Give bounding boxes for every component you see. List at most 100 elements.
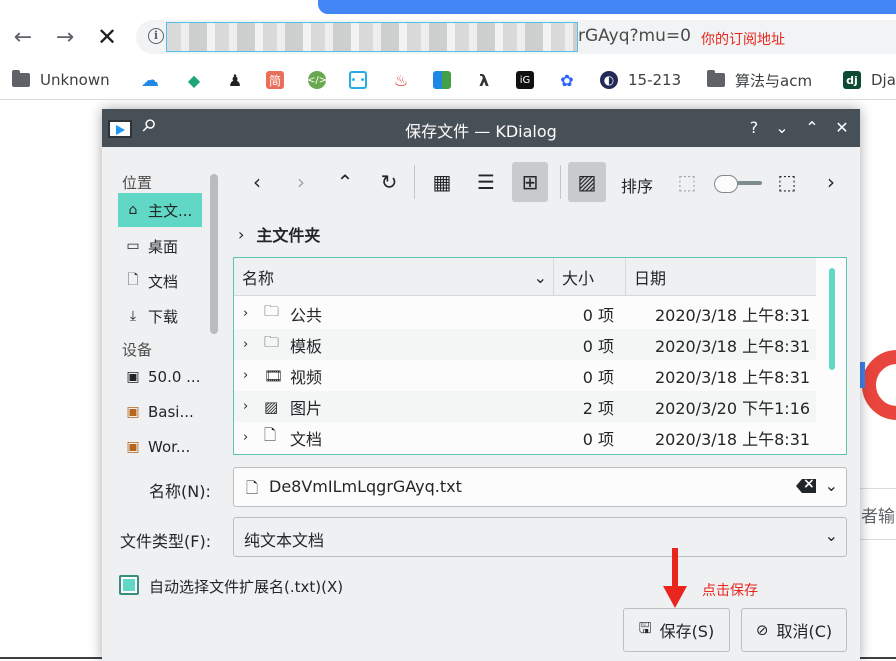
column-header-size[interactable]: 大小 [554,258,626,296]
drive-icon: ▣ [126,439,140,455]
expand-chevron-icon[interactable]: › [243,430,248,445]
zoom-out-icon[interactable]: ⬚ [669,162,705,202]
scrollbar-thumb[interactable] [829,268,835,370]
row-name: 文档 [290,429,323,449]
table-row[interactable]: › 🎞 视频 0 项 2020/3/18 上午8:31 [234,360,816,391]
bookmark-dark-logo[interactable]: iG [516,68,544,92]
bookmark-flame[interactable]: ♨ [392,68,420,92]
row-size: 0 项 [582,305,614,325]
breadcrumb[interactable]: › 主文件夹 [238,222,320,246]
help-button[interactable]: ? [742,115,766,139]
tree-view-icon[interactable]: ⊞ [512,162,548,202]
file-type-select[interactable]: 纯文本文档 ⌄ [233,517,847,557]
file-list[interactable]: 名称 ⌄ 大小 日期 › 🗀 公共 0 项 2020/3/18 上午8:31 ›… [233,257,847,455]
column-header-date[interactable]: 日期 [626,258,816,296]
minimize-button[interactable]: ⌄ [770,115,794,139]
site-info-icon[interactable]: i [148,28,164,44]
auto-extension-checkbox[interactable] [119,575,139,595]
cancel-button-label: 取消(C) [776,622,833,641]
back-button[interactable]: ← [8,22,38,52]
place-home[interactable]: ⌂ 主文... [118,193,202,227]
active-tab[interactable] [318,0,896,14]
filename-input[interactable]: 🗋 De8VmILmLqgrGAyq.txt ⌄ [233,467,847,507]
column-header-name[interactable]: 名称 ⌄ [234,258,554,296]
bookmark-lambda[interactable]: λ [475,68,503,92]
preview-icon[interactable]: ▨ [568,162,606,202]
save-button[interactable]: 🖫 保存(S) [623,608,730,652]
desktop-icon: ▭ [126,238,140,254]
table-row[interactable]: › ▨ 图片 2 项 2020/3/20 下午1:16 [234,391,816,422]
compact-view-icon[interactable]: ☰ [468,162,504,202]
zoom-slider-handle[interactable] [714,175,738,193]
address-bar[interactable]: i rGAyq?mu=0 你的订阅地址 [136,20,896,54]
column-size-label: 大小 [562,269,595,288]
bookmark-cloud[interactable]: ☁ [141,68,169,92]
bookmark-unknown[interactable]: Unknown [12,68,110,92]
cancel-button[interactable]: ⊘ 取消(C) [741,608,847,652]
device-3[interactable]: ▣ Wor... [118,430,202,464]
device-2[interactable]: ▣ Basi... [118,395,202,429]
bookmark-paw[interactable]: ✿ [558,68,586,92]
text-file-icon: 🗋 [246,479,259,497]
expand-chevron-icon[interactable]: › [243,337,248,352]
parent-folder-icon[interactable]: ⌃ [327,162,363,202]
bookmark-bilibili[interactable]: • • [349,68,377,92]
django-icon: dj [843,71,861,89]
chevron-down-icon[interactable]: ⌄ [825,476,838,495]
sort-button[interactable]: 排序 [621,173,653,197]
file-type-value: 纯文本文档 [244,531,325,550]
more-chevron-icon[interactable]: › [813,162,849,202]
chevron-down-icon[interactable]: ⌄ [825,526,838,545]
table-row[interactable]: › 🗀 模板 0 项 2020/3/18 上午8:31 [234,329,816,360]
places-scrollbar[interactable] [210,174,218,334]
place-label: 下载 [148,307,179,326]
navigation-bar: ← → ✕ i rGAyq?mu=0 你的订阅地址 [0,14,896,60]
place-downloads[interactable]: ⤓ 下载 [118,299,202,333]
bookmark-jian[interactable]: 简 [266,68,294,92]
devices-heading: 设备 [122,341,153,359]
file-list-scrollbar[interactable] [822,262,844,452]
close-button[interactable]: ✕ [830,115,854,139]
bookmark-15-213[interactable]: ◐ 15-213 [600,68,681,92]
flame-icon: ♨ [393,70,409,90]
bookmark-label: 算法与acm [735,71,813,90]
dialog-titlebar[interactable]: ⚲ 保存文件 — KDialog ? ⌄ ⌃ ✕ [102,109,860,147]
place-desktop[interactable]: ▭ 桌面 [118,229,202,263]
maximize-button[interactable]: ⌃ [800,115,824,139]
column-name-label: 名称 [242,269,275,288]
expand-chevron-icon[interactable]: › [243,368,248,383]
file-type-label: 文件类型(F): [120,532,212,551]
bookmark-penguin[interactable]: ♟ [226,68,254,92]
row-size: 0 项 [582,336,614,356]
url-text[interactable]: rGAyq?mu=0 [578,26,691,46]
device-1[interactable]: ▣ 50.0 ... [118,360,202,394]
bookmark-book[interactable] [433,68,461,92]
expand-chevron-icon[interactable]: › [243,399,248,414]
table-row[interactable]: › 🗀 公共 0 项 2020/3/18 上午8:31 [234,298,816,329]
reload-icon[interactable]: ↻ [371,162,407,202]
bookmark-code[interactable]: </> [307,68,336,92]
dark-logo-icon: iG [516,71,534,89]
save-annotation: 点击保存 [702,583,758,599]
stop-loading-button[interactable]: ✕ [92,22,122,52]
bookmark-leaf[interactable]: ◆ [185,68,213,92]
auto-extension-label[interactable]: 自动选择文件扩展名(.txt)(X) [149,576,343,597]
place-documents[interactable]: 🗋 文档 [118,264,202,298]
zoom-in-icon[interactable]: ⬚ [769,162,805,202]
clear-text-icon[interactable] [796,479,816,493]
table-row[interactable]: › 🗋 文档 0 项 2020/3/18 上午8:31 [234,422,816,453]
row-date: 2020/3/20 下午1:16 [655,398,811,418]
back-arrow-icon[interactable]: ‹ [239,162,275,202]
forward-button[interactable]: → [50,22,80,52]
expand-chevron-icon[interactable]: › [243,306,248,321]
zoom-slider[interactable] [714,175,762,193]
bookmark-algo-acm[interactable]: 算法与acm [707,68,812,92]
place-label: 桌面 [148,237,179,256]
bookmark-django[interactable]: dj Dja [843,68,896,92]
forward-arrow-icon[interactable]: › [283,162,319,202]
filename-value[interactable]: De8VmILmLqgrGAyq.txt [269,477,462,496]
breadcrumb-home[interactable]: 主文件夹 [256,222,320,246]
column-date-label: 日期 [634,269,667,288]
icons-view-icon[interactable]: ▦ [424,162,460,202]
save-button-label: 保存(S) [659,622,715,641]
